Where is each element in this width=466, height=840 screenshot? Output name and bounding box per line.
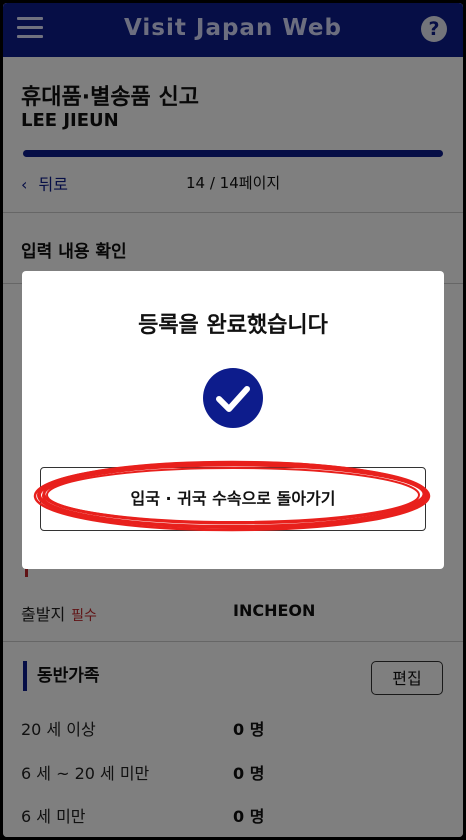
completion-dialog: 등록을 완료했습니다 입국 · 귀국 수속으로 돌아가기 [22, 271, 444, 569]
checkmark-circle-icon [203, 368, 263, 428]
return-to-procedures-button[interactable]: 입국 · 귀국 수속으로 돌아가기 [40, 467, 426, 531]
dialog-title: 등록을 완료했습니다 [138, 313, 328, 338]
app-screen: Visit Japan Web ? 휴대품·별송품 신고 LEE JIEUN ‹… [3, 3, 463, 837]
